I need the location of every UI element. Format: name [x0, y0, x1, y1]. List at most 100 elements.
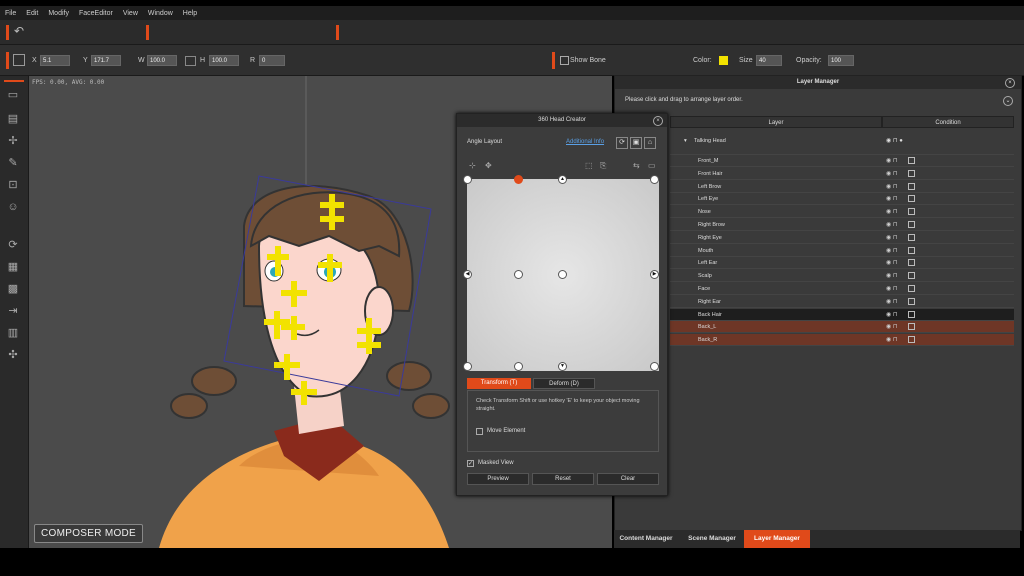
angle-point[interactable]	[463, 362, 472, 371]
visibility-lock-icon[interactable]: ◉ ⊓	[886, 155, 898, 167]
tab-scene-manager[interactable]: Scene Manager	[680, 530, 744, 548]
opacity-input[interactable]: 100	[828, 55, 854, 66]
composer-mode-button[interactable]: COMPOSER MODE	[34, 524, 144, 543]
condition-icon[interactable]	[908, 157, 915, 164]
angle-point-active[interactable]	[514, 175, 523, 184]
condition-icon[interactable]	[908, 323, 915, 331]
eye-icon[interactable]: ◉ ⊓ ●	[886, 128, 903, 154]
layer-row[interactable]: Back Hair ◉ ⊓	[670, 308, 1014, 321]
condition-icon[interactable]	[908, 336, 915, 344]
move-icon[interactable]: ✥	[485, 161, 492, 170]
arrow-down-icon[interactable]: ▼	[558, 362, 567, 371]
layers-icon[interactable]: ▤	[6, 112, 20, 126]
layer-row[interactable]: Nose ◉ ⊓	[670, 206, 1014, 219]
visibility-lock-icon[interactable]: ◉ ⊓	[886, 232, 898, 244]
select-area-icon[interactable]: ⬚	[585, 161, 593, 170]
layer-row[interactable]: Left Brow ◉ ⊓	[670, 181, 1014, 193]
condition-icon[interactable]	[908, 259, 915, 267]
condition-icon[interactable]	[908, 169, 915, 177]
layout-icon[interactable]: ▭	[6, 88, 20, 102]
layer-row[interactable]: Scalp ◉ ⊓	[670, 270, 1014, 283]
layer-row[interactable]: Right Brow ◉ ⊓	[670, 219, 1014, 231]
visibility-lock-icon[interactable]: ◉ ⊓	[886, 257, 898, 269]
visibility-lock-icon[interactable]: ◉ ⊓	[886, 270, 898, 282]
visibility-lock-icon[interactable]: ◉ ⊓	[886, 168, 898, 180]
arrow-left-icon[interactable]: ◀	[463, 270, 472, 279]
tab-deform[interactable]: Deform (D)	[533, 378, 595, 389]
sync-icon[interactable]: ⟳	[616, 137, 628, 149]
angle-point-center[interactable]	[558, 270, 567, 279]
visibility-lock-icon[interactable]: ◉ ⊓	[886, 309, 898, 321]
masked-view-checkbox[interactable]: ✓	[467, 460, 474, 467]
link-aspect-icon[interactable]	[185, 56, 196, 66]
layer-row[interactable]: Front_M ◉ ⊓	[670, 155, 1014, 167]
refresh-icon[interactable]: ⟳	[6, 238, 20, 252]
folder-icon[interactable]: ⌂	[644, 137, 656, 149]
visibility-lock-icon[interactable]: ◉ ⊓	[886, 193, 898, 205]
stack-icon[interactable]: ▥	[6, 326, 20, 340]
angle-grid[interactable]: ▲ ◀ ▶ ▼	[463, 175, 659, 371]
transform-mode-icon[interactable]	[13, 54, 25, 66]
visibility-lock-icon[interactable]: ◉ ⊓	[886, 283, 898, 295]
condition-icon[interactable]	[908, 182, 915, 190]
condition-icon[interactable]	[908, 233, 915, 241]
condition-icon[interactable]	[908, 221, 915, 228]
condition-icon[interactable]	[908, 285, 915, 292]
condition-icon[interactable]	[908, 246, 915, 254]
y-input[interactable]: 171.7	[91, 55, 121, 66]
visibility-lock-icon[interactable]: ◉ ⊓	[886, 181, 898, 193]
additional-info-link[interactable]: Additional Info	[566, 139, 604, 145]
size-input[interactable]: 40	[756, 55, 782, 66]
layer-row[interactable]: Back_R ◉ ⊓	[670, 334, 1014, 347]
chevron-down-icon[interactable]: ⌄	[1003, 96, 1013, 106]
move-element-checkbox[interactable]	[476, 428, 483, 435]
layer-row[interactable]: Mouth ◉ ⊓	[670, 245, 1014, 257]
layer-row[interactable]: Right Eye ◉ ⊓	[670, 232, 1014, 244]
show-bone-checkbox[interactable]	[560, 56, 569, 65]
r-input[interactable]: 0	[259, 55, 285, 66]
visibility-lock-icon[interactable]: ◉ ⊓	[886, 206, 898, 218]
tab-transform[interactable]: Transform (T)	[467, 378, 531, 389]
arrow-right-icon[interactable]: ▶	[650, 270, 659, 279]
visibility-lock-icon[interactable]: ◉ ⊓	[886, 219, 898, 231]
skeleton-icon[interactable]: ✣	[6, 348, 20, 362]
expand-arrow-icon[interactable]: ▾	[684, 128, 687, 154]
menu-window[interactable]: Window	[143, 10, 178, 17]
x-input[interactable]: 5.1	[40, 55, 70, 66]
brush-icon[interactable]: ✎	[6, 156, 20, 170]
angle-point[interactable]	[514, 362, 523, 371]
visibility-lock-icon[interactable]: ◉ ⊓	[886, 296, 898, 308]
undo-icon[interactable]: ↶	[14, 24, 24, 38]
menu-file[interactable]: File	[0, 10, 21, 17]
menu-edit[interactable]: Edit	[21, 10, 43, 17]
layer-group-row[interactable]: ▾ Talking Head ◉ ⊓ ●	[670, 128, 1014, 155]
close-icon[interactable]: ×	[653, 116, 663, 126]
tiles-icon[interactable]: ▩	[6, 282, 20, 296]
save-icon[interactable]: ▣	[630, 137, 642, 149]
crop-icon[interactable]: ⊡	[6, 178, 20, 192]
add-point-icon[interactable]: ⊹	[469, 161, 476, 170]
bone-icon[interactable]: ✢	[6, 134, 20, 148]
visibility-lock-icon[interactable]: ◉ ⊓	[886, 321, 898, 333]
menu-face-editor[interactable]: FaceEditor	[74, 10, 118, 17]
layer-row[interactable]: Front Hair ◉ ⊓	[670, 168, 1014, 180]
head-icon[interactable]: ☺	[6, 200, 20, 214]
copy-icon[interactable]: ⎘	[600, 161, 606, 171]
layer-row[interactable]: Right Ear ◉ ⊓	[670, 296, 1014, 308]
reset-button[interactable]: Reset	[532, 473, 594, 485]
preview-button[interactable]: Preview	[467, 473, 529, 485]
condition-icon[interactable]	[908, 310, 915, 318]
visibility-lock-icon[interactable]: ◉ ⊓	[886, 245, 898, 257]
condition-icon[interactable]	[908, 208, 915, 216]
condition-icon[interactable]	[908, 272, 915, 280]
clear-button[interactable]: Clear	[597, 473, 659, 485]
arrow-up-icon[interactable]: ▲	[558, 175, 567, 184]
flip-icon[interactable]: ⇆	[633, 161, 640, 170]
condition-icon[interactable]	[908, 297, 915, 305]
layer-row[interactable]: Left Ear ◉ ⊓	[670, 257, 1014, 270]
camera-icon[interactable]: ▭	[648, 161, 656, 170]
layer-row[interactable]: Left Eye ◉ ⊓	[670, 193, 1014, 206]
layer-row[interactable]: Face ◉ ⊓	[670, 283, 1014, 295]
angle-point[interactable]	[463, 175, 472, 184]
tab-content-manager[interactable]: Content Manager	[614, 530, 678, 548]
